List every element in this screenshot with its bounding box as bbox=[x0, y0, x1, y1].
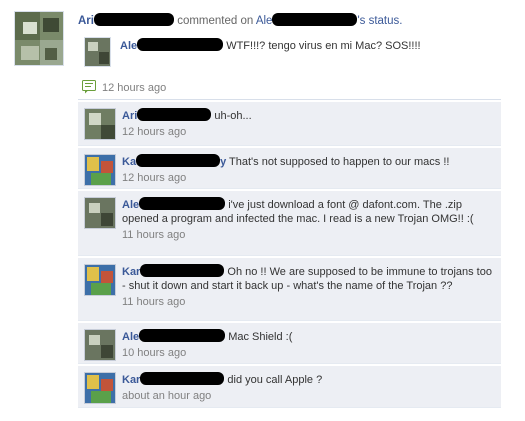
actor-avatar[interactable] bbox=[14, 11, 64, 66]
post-timestamp[interactable]: 12 hours ago bbox=[102, 82, 166, 94]
commenter-name-link[interactable]: Ale bbox=[122, 197, 226, 211]
comments-divider bbox=[78, 99, 501, 100]
avatar-image-icon bbox=[15, 12, 63, 65]
comment-timestamp: 10 hours ago bbox=[122, 347, 187, 359]
commenter-name-link[interactable]: Kar bbox=[122, 264, 225, 278]
comment-timestamp: about an hour ago bbox=[122, 390, 212, 402]
comment-timestamp: 12 hours ago bbox=[122, 172, 187, 184]
comment-timestamp: 11 hours ago bbox=[122, 229, 186, 241]
comment-text: Mac Shield :( bbox=[228, 331, 293, 343]
post-header: Ari commented on Ale's status. bbox=[78, 13, 518, 29]
status-link[interactable]: 's status. bbox=[357, 15, 402, 27]
avatar-image-icon bbox=[85, 265, 115, 295]
comment-text: did you call Apple ? bbox=[227, 374, 323, 386]
comment-timestamp: 12 hours ago bbox=[122, 126, 187, 138]
comment-item: Ka y That's not supposed to happen to our… bbox=[78, 148, 501, 189]
status-author-avatar[interactable] bbox=[84, 37, 111, 67]
avatar-image-icon bbox=[85, 198, 115, 228]
avatar-image-icon bbox=[85, 109, 115, 139]
avatar-image-icon bbox=[85, 373, 115, 403]
avatar-image-icon bbox=[85, 38, 110, 66]
commenter-avatar[interactable] bbox=[84, 329, 116, 361]
comment-item: Kar Oh no !! We are supposed to be immun… bbox=[78, 258, 501, 321]
avatar-image-icon bbox=[85, 330, 115, 360]
header-verb: commented on bbox=[177, 15, 254, 27]
commenter-avatar[interactable] bbox=[84, 154, 116, 186]
comment-item: Ale i've just download a font @ dafont.c… bbox=[78, 191, 501, 256]
status-text: WTF!!!? tengo virus en mi Mac? SOS!!!! bbox=[226, 40, 421, 52]
status-line: Ale WTF!!!? tengo virus en mi Mac? SOS!!… bbox=[120, 38, 520, 54]
comment-bubble-icon bbox=[82, 79, 96, 97]
commenter-name-link[interactable]: Kar bbox=[122, 372, 225, 386]
status-author-link[interactable]: Ale bbox=[120, 38, 224, 52]
commenter-name-link[interactable]: Ari bbox=[122, 108, 212, 122]
comment-text: uh-oh... bbox=[214, 110, 252, 122]
comment-item: Ari uh-oh... 12 hours ago bbox=[78, 102, 501, 146]
commenter-avatar[interactable] bbox=[84, 197, 116, 229]
commenter-avatar[interactable] bbox=[84, 264, 116, 296]
actor-name-link[interactable]: Ari bbox=[78, 13, 174, 27]
post-meta: 12 hours ago bbox=[82, 79, 166, 97]
comment-item: Kar did you call Apple ? about an hour a… bbox=[78, 366, 501, 408]
commenter-name-link[interactable]: Ale bbox=[122, 329, 226, 343]
comment-item: Ale Mac Shield :( 10 hours ago bbox=[78, 323, 501, 364]
avatar-image-icon bbox=[85, 155, 115, 185]
commenter-avatar[interactable] bbox=[84, 108, 116, 140]
comment-text: That's not supposed to happen to our mac… bbox=[229, 156, 450, 168]
commenter-name-link[interactable]: Ka y bbox=[122, 154, 226, 168]
commenter-avatar[interactable] bbox=[84, 372, 116, 404]
target-name-link[interactable]: Ale bbox=[256, 13, 358, 27]
comments-list: Ari uh-oh... 12 hours ago Ka y That's not… bbox=[78, 102, 501, 410]
comment-timestamp: 11 hours ago bbox=[122, 296, 186, 308]
